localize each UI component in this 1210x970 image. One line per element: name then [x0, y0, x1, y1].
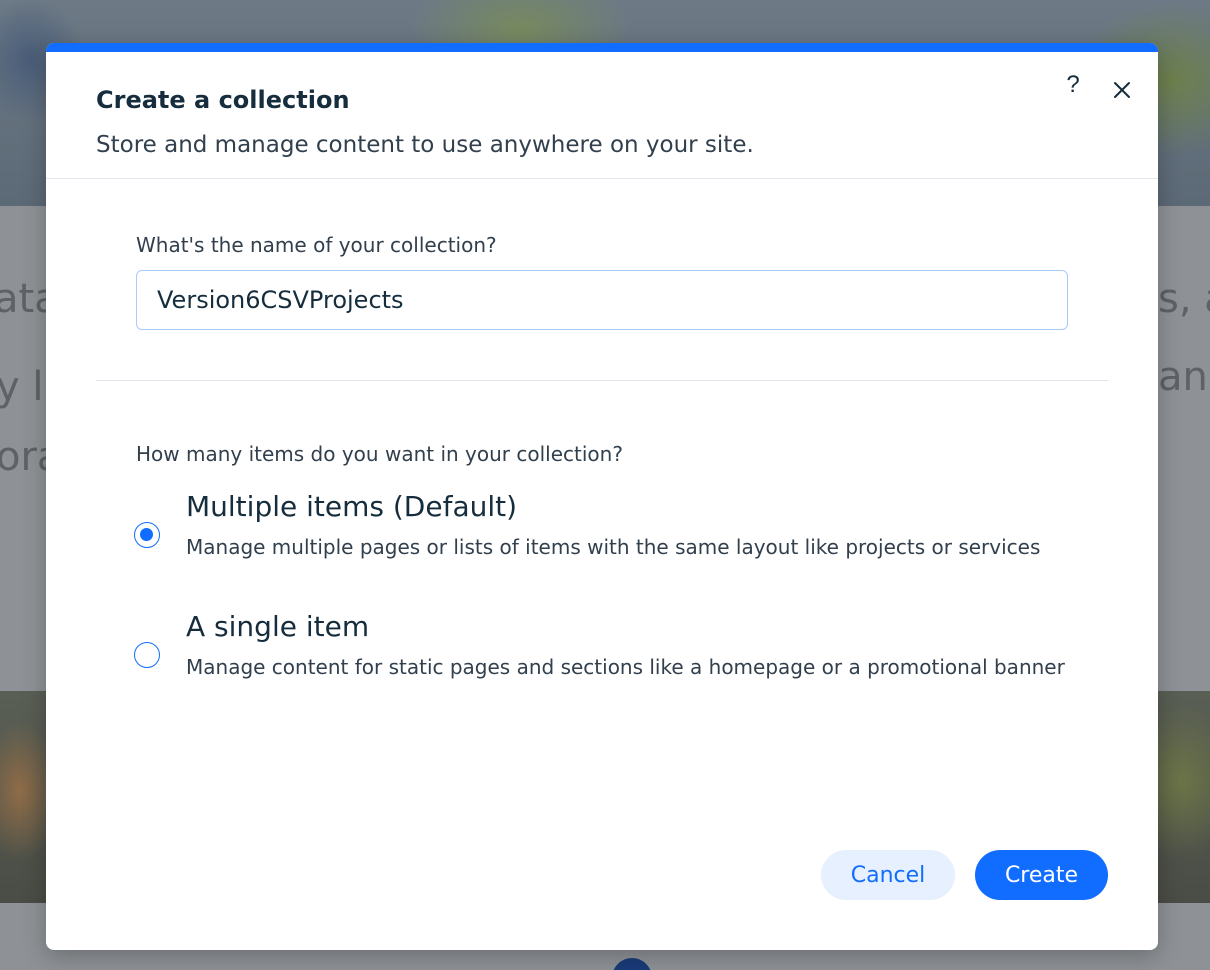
dialog-title: Create a collection	[96, 86, 350, 114]
option-title: Multiple items (Default)	[186, 490, 518, 523]
close-icon	[1114, 82, 1130, 98]
background-text-fragment: anc	[1158, 354, 1210, 400]
option-description: Manage content for static pages and sect…	[186, 655, 1065, 679]
section-divider	[96, 380, 1108, 381]
option-title: A single item	[186, 610, 370, 643]
background-text-fragment: y l	[0, 364, 44, 410]
dialog-header: Create a collection Store and manage con…	[46, 52, 1158, 179]
close-button[interactable]	[1110, 78, 1134, 102]
create-button[interactable]: Create	[975, 850, 1108, 900]
create-collection-dialog: Create a collection Store and manage con…	[46, 43, 1158, 950]
dialog-accent-bar	[46, 43, 1158, 52]
cancel-button[interactable]: Cancel	[821, 850, 955, 900]
items-count-question: How many items do you want in your colle…	[136, 442, 623, 466]
collection-name-label: What's the name of your collection?	[136, 233, 497, 257]
question-mark-icon: ?	[1066, 71, 1080, 98]
radio-multiple-items[interactable]	[134, 522, 160, 548]
help-button[interactable]: ?	[1060, 70, 1086, 100]
option-description: Manage multiple pages or lists of items …	[186, 535, 1041, 559]
background-text-fragment: s, a	[1158, 276, 1210, 322]
dialog-subtitle: Store and manage content to use anywhere…	[96, 132, 754, 158]
collection-name-input[interactable]	[136, 270, 1068, 330]
radio-single-item[interactable]	[134, 642, 160, 668]
